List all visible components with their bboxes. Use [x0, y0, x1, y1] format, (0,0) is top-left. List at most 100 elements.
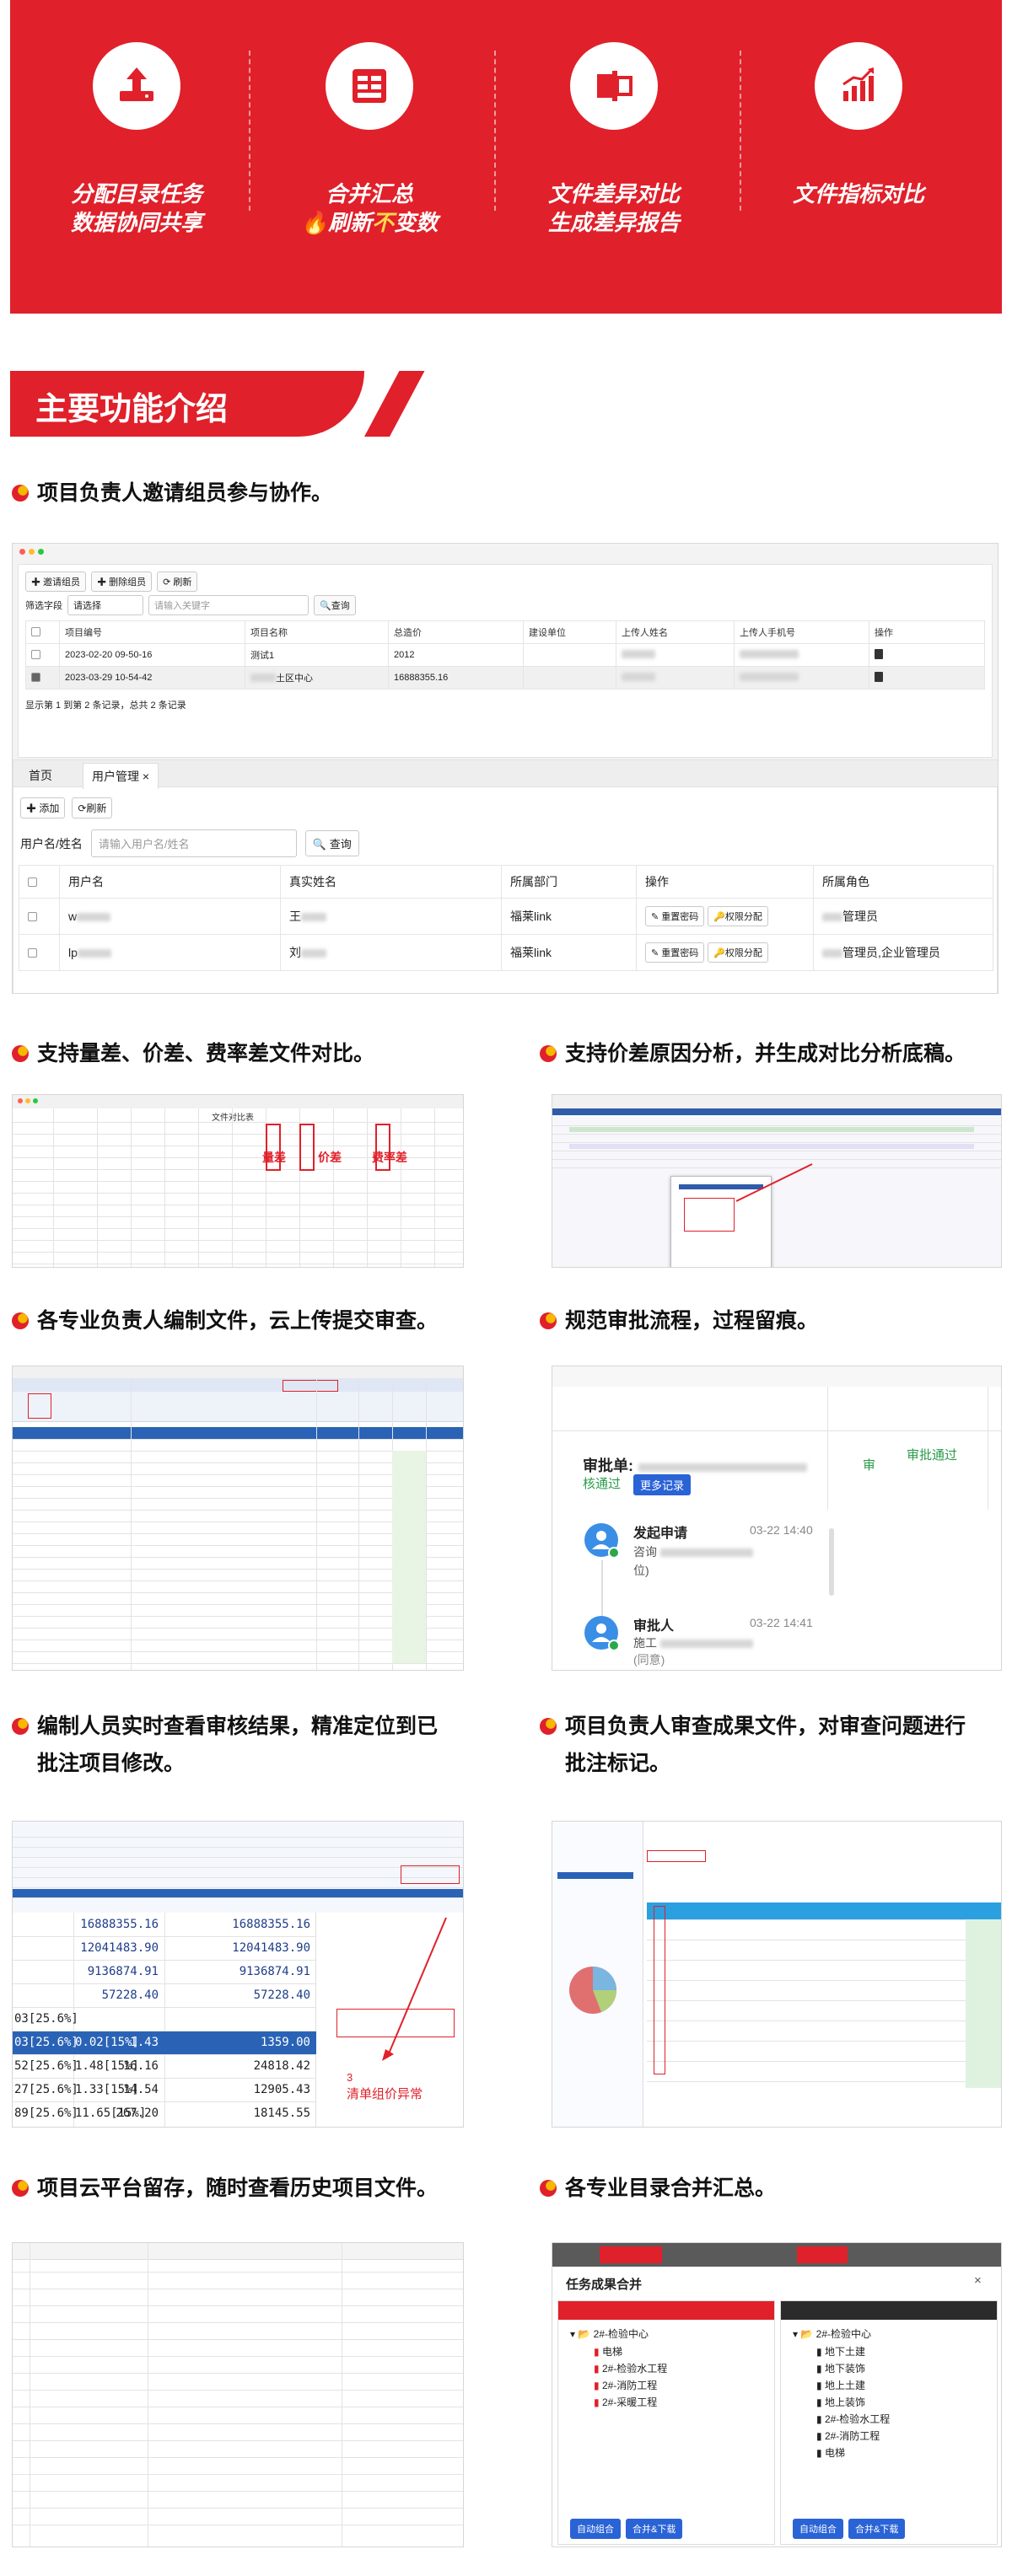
feature-subtitle: 🔥刷新不变数: [300, 211, 439, 236]
check-icon: [608, 1547, 620, 1559]
tree-item[interactable]: ▮ 2#-消防工程: [594, 2377, 667, 2394]
query-button[interactable]: 🔍 查询: [304, 830, 359, 856]
tree-item[interactable]: ▮ 2#-采暖工程: [594, 2394, 667, 2411]
more-records-button[interactable]: 更多记录: [633, 1474, 692, 1495]
bullet-review-result: 编制人员实时查看审核结果，精准定位到已 批注项目修改。: [12, 1708, 438, 1782]
bullet-icon: [540, 1045, 557, 1062]
invite-member-button[interactable]: ✚ 邀请组员: [25, 572, 87, 592]
bullet-icon: [12, 1045, 29, 1062]
price-diff-tag: 价差: [318, 1151, 342, 1164]
bullet-upload: 各专业负责人编制文件，云上传提交审查。: [12, 1302, 438, 1339]
tree-item[interactable]: ▮ 电梯: [816, 2445, 890, 2461]
table-row[interactable]: w 王 福莱link ✎ 重置密码 🔑权限分配 管理员: [19, 898, 993, 935]
badge-number: 3: [347, 2071, 353, 2084]
merge-right-panel: ▾ 📂 2#-检验中心 ▮ 地下土建 ▮ 地下装饰 ▮ 地上土建 ▮ 地上装饰 …: [780, 2300, 998, 2545]
refresh-button[interactable]: ⟳ 刷新: [157, 572, 198, 592]
select-all-checkbox[interactable]: [31, 626, 40, 636]
search-label: 用户名/姓名: [20, 836, 83, 851]
bullet-merge: 各专业目录合并汇总。: [540, 2170, 776, 2207]
row-checkbox[interactable]: [28, 948, 37, 958]
permission-button[interactable]: 🔑权限分配: [708, 942, 768, 963]
tree-item[interactable]: ▮ 2#-消防工程: [816, 2428, 890, 2445]
bullet-icon: [12, 1312, 29, 1329]
select-all-checkbox[interactable]: [28, 877, 37, 887]
bullet-diff: 支持量差、价差、费率差文件对比。: [12, 1035, 374, 1072]
app-window: ✚ 邀请组员 ✚ 删除组员 ⟳ 刷新 筛选字段 请选择 请输入关键字 🔍查询 项…: [12, 543, 999, 994]
search-icon: 🔍: [320, 601, 331, 611]
delete-icon[interactable]: [875, 671, 883, 682]
table-row[interactable]: 2023-03-29 10-54-42 土区中心 16888355.16: [25, 666, 985, 690]
step1-title: 发起申请: [633, 1527, 688, 1541]
tree-item[interactable]: ▮ 地下土建: [816, 2343, 890, 2360]
approval-status: 核通过: [583, 1477, 622, 1491]
bullet-invite: 项目负责人邀请组员参与协作。: [12, 475, 332, 512]
tree-item[interactable]: ▮ 电梯: [594, 2343, 667, 2360]
left-tree: ▮ 电梯 ▮ 2#-检验水工程 ▮ 2#-消防工程 ▮ 2#-采暖工程: [594, 2343, 667, 2411]
row-checkbox[interactable]: [28, 912, 37, 921]
chart-up-icon: [815, 42, 902, 130]
row-checkbox[interactable]: [31, 649, 40, 659]
feature-merge: 合并汇总 🔥刷新不变数: [260, 42, 479, 238]
key-icon: 🔑: [713, 912, 725, 922]
folder-icon: 📂: [800, 2328, 814, 2340]
tree-item[interactable]: ▮ 地下装饰: [816, 2360, 890, 2377]
merge-download-button[interactable]: 合并&下载: [848, 2519, 906, 2539]
user-table: 用户名 真实姓名 所属部门 操作 所属角色 w 王 福莱link ✎ 重置密码 …: [19, 865, 993, 971]
bullet-approval: 规范审批流程，过程留痕。: [540, 1302, 818, 1339]
step2-time: 03-22 14:41: [750, 1616, 813, 1629]
row-checkbox[interactable]: [31, 672, 40, 682]
refresh-button[interactable]: ⟳刷新: [72, 797, 113, 818]
remove-member-button[interactable]: ✚ 删除组员: [91, 572, 153, 592]
auto-combine-button[interactable]: 自动组合: [570, 2519, 621, 2539]
add-user-button[interactable]: ✚ 添加: [20, 797, 66, 818]
keyword-input[interactable]: 请输入关键字: [148, 595, 309, 615]
filter-label: 筛选字段: [25, 601, 62, 611]
close-icon[interactable]: ×: [974, 2273, 982, 2288]
tree-item[interactable]: ▮ 地上装饰: [816, 2394, 890, 2411]
table-row[interactable]: 2023-02-20 09-50-16 测试1 2012: [25, 643, 985, 667]
quantity-diff-tag: 量差: [262, 1151, 286, 1164]
filter-select[interactable]: 请选择: [67, 595, 143, 615]
review-result-screenshot: 16888355.16 16888355.16 12041483.90 1204…: [12, 1821, 464, 2128]
auto-combine-button[interactable]: 自动组合: [793, 2519, 843, 2539]
right-tree: ▮ 地下土建 ▮ 地下装饰 ▮ 地上土建 ▮ 地上装饰 ▮ 2#-检验水工程 ▮…: [816, 2343, 890, 2461]
tree-item[interactable]: ▮ 2#-检验水工程: [816, 2411, 890, 2428]
query-button[interactable]: 🔍查询: [314, 595, 356, 615]
project-table: 项目编号 项目名称 总造价 建设单位 上传人姓名 上传人手机号 操作 2023-…: [25, 620, 985, 690]
tree-item[interactable]: ▮ 地上土建: [816, 2377, 890, 2394]
pagination-text: 显示第 1 到第 2 条记录，总共 2 条记录: [25, 700, 186, 711]
divider: [740, 51, 741, 211]
divider: [249, 51, 250, 211]
compare-icon: [570, 42, 658, 130]
history-screenshot: [12, 2242, 464, 2547]
approval-screenshot: 审批通过 审批单: 审 核通过 更多记录 发起申请 03-22 14:40 咨询…: [552, 1366, 1002, 1671]
reset-password-button[interactable]: ✎ 重置密码: [645, 906, 705, 926]
project-panel: ✚ 邀请组员 ✚ 删除组员 ⟳ 刷新 筛选字段 请选择 请输入关键字 🔍查询 项…: [18, 564, 993, 758]
folder-icon: 📂: [578, 2328, 591, 2340]
tab-user-management[interactable]: 用户管理 ×: [83, 763, 159, 789]
bullet-icon: [540, 2180, 557, 2197]
rate-diff-tag: 费率差: [372, 1151, 407, 1164]
annotate-screenshot: [552, 1821, 1002, 2128]
table-row[interactable]: lp 刘 福莱link ✎ 重置密码 🔑权限分配 管理员,企业管理员: [19, 934, 993, 971]
username-search-input[interactable]: 请输入用户名/姓名: [90, 829, 297, 857]
table-header: 用户名 真实姓名 所属部门 操作 所属角色: [19, 865, 993, 899]
check-icon: [608, 1640, 620, 1651]
bullet-annotate: 项目负责人审查成果文件，对审查问题进行 批注标记。: [540, 1708, 966, 1782]
permission-button[interactable]: 🔑权限分配: [708, 906, 768, 926]
approval-title: 审批单:: [583, 1454, 807, 1476]
merge-download-button[interactable]: 合并&下载: [626, 2519, 683, 2539]
tree-item[interactable]: ▮ 2#-检验水工程: [594, 2360, 667, 2377]
feature-title: 分配目录任务: [70, 182, 202, 207]
feature-metrics: 文件指标对比: [749, 42, 968, 209]
user-panel: 首页 用户管理 × ✚ 添加 ⟳刷新 用户名/姓名 请输入用户名/姓名 🔍 查询…: [13, 759, 998, 993]
reset-password-button[interactable]: ✎ 重置密码: [645, 942, 705, 963]
divider: [494, 51, 496, 211]
table-merge-icon: [326, 42, 413, 130]
window-controls: [19, 549, 44, 555]
tab-home[interactable]: 首页: [29, 767, 52, 784]
feature-title: 文件指标对比: [792, 182, 924, 207]
delete-icon[interactable]: [875, 648, 883, 659]
edit-icon: ✎: [651, 912, 659, 922]
search-icon: 🔍: [312, 838, 327, 851]
